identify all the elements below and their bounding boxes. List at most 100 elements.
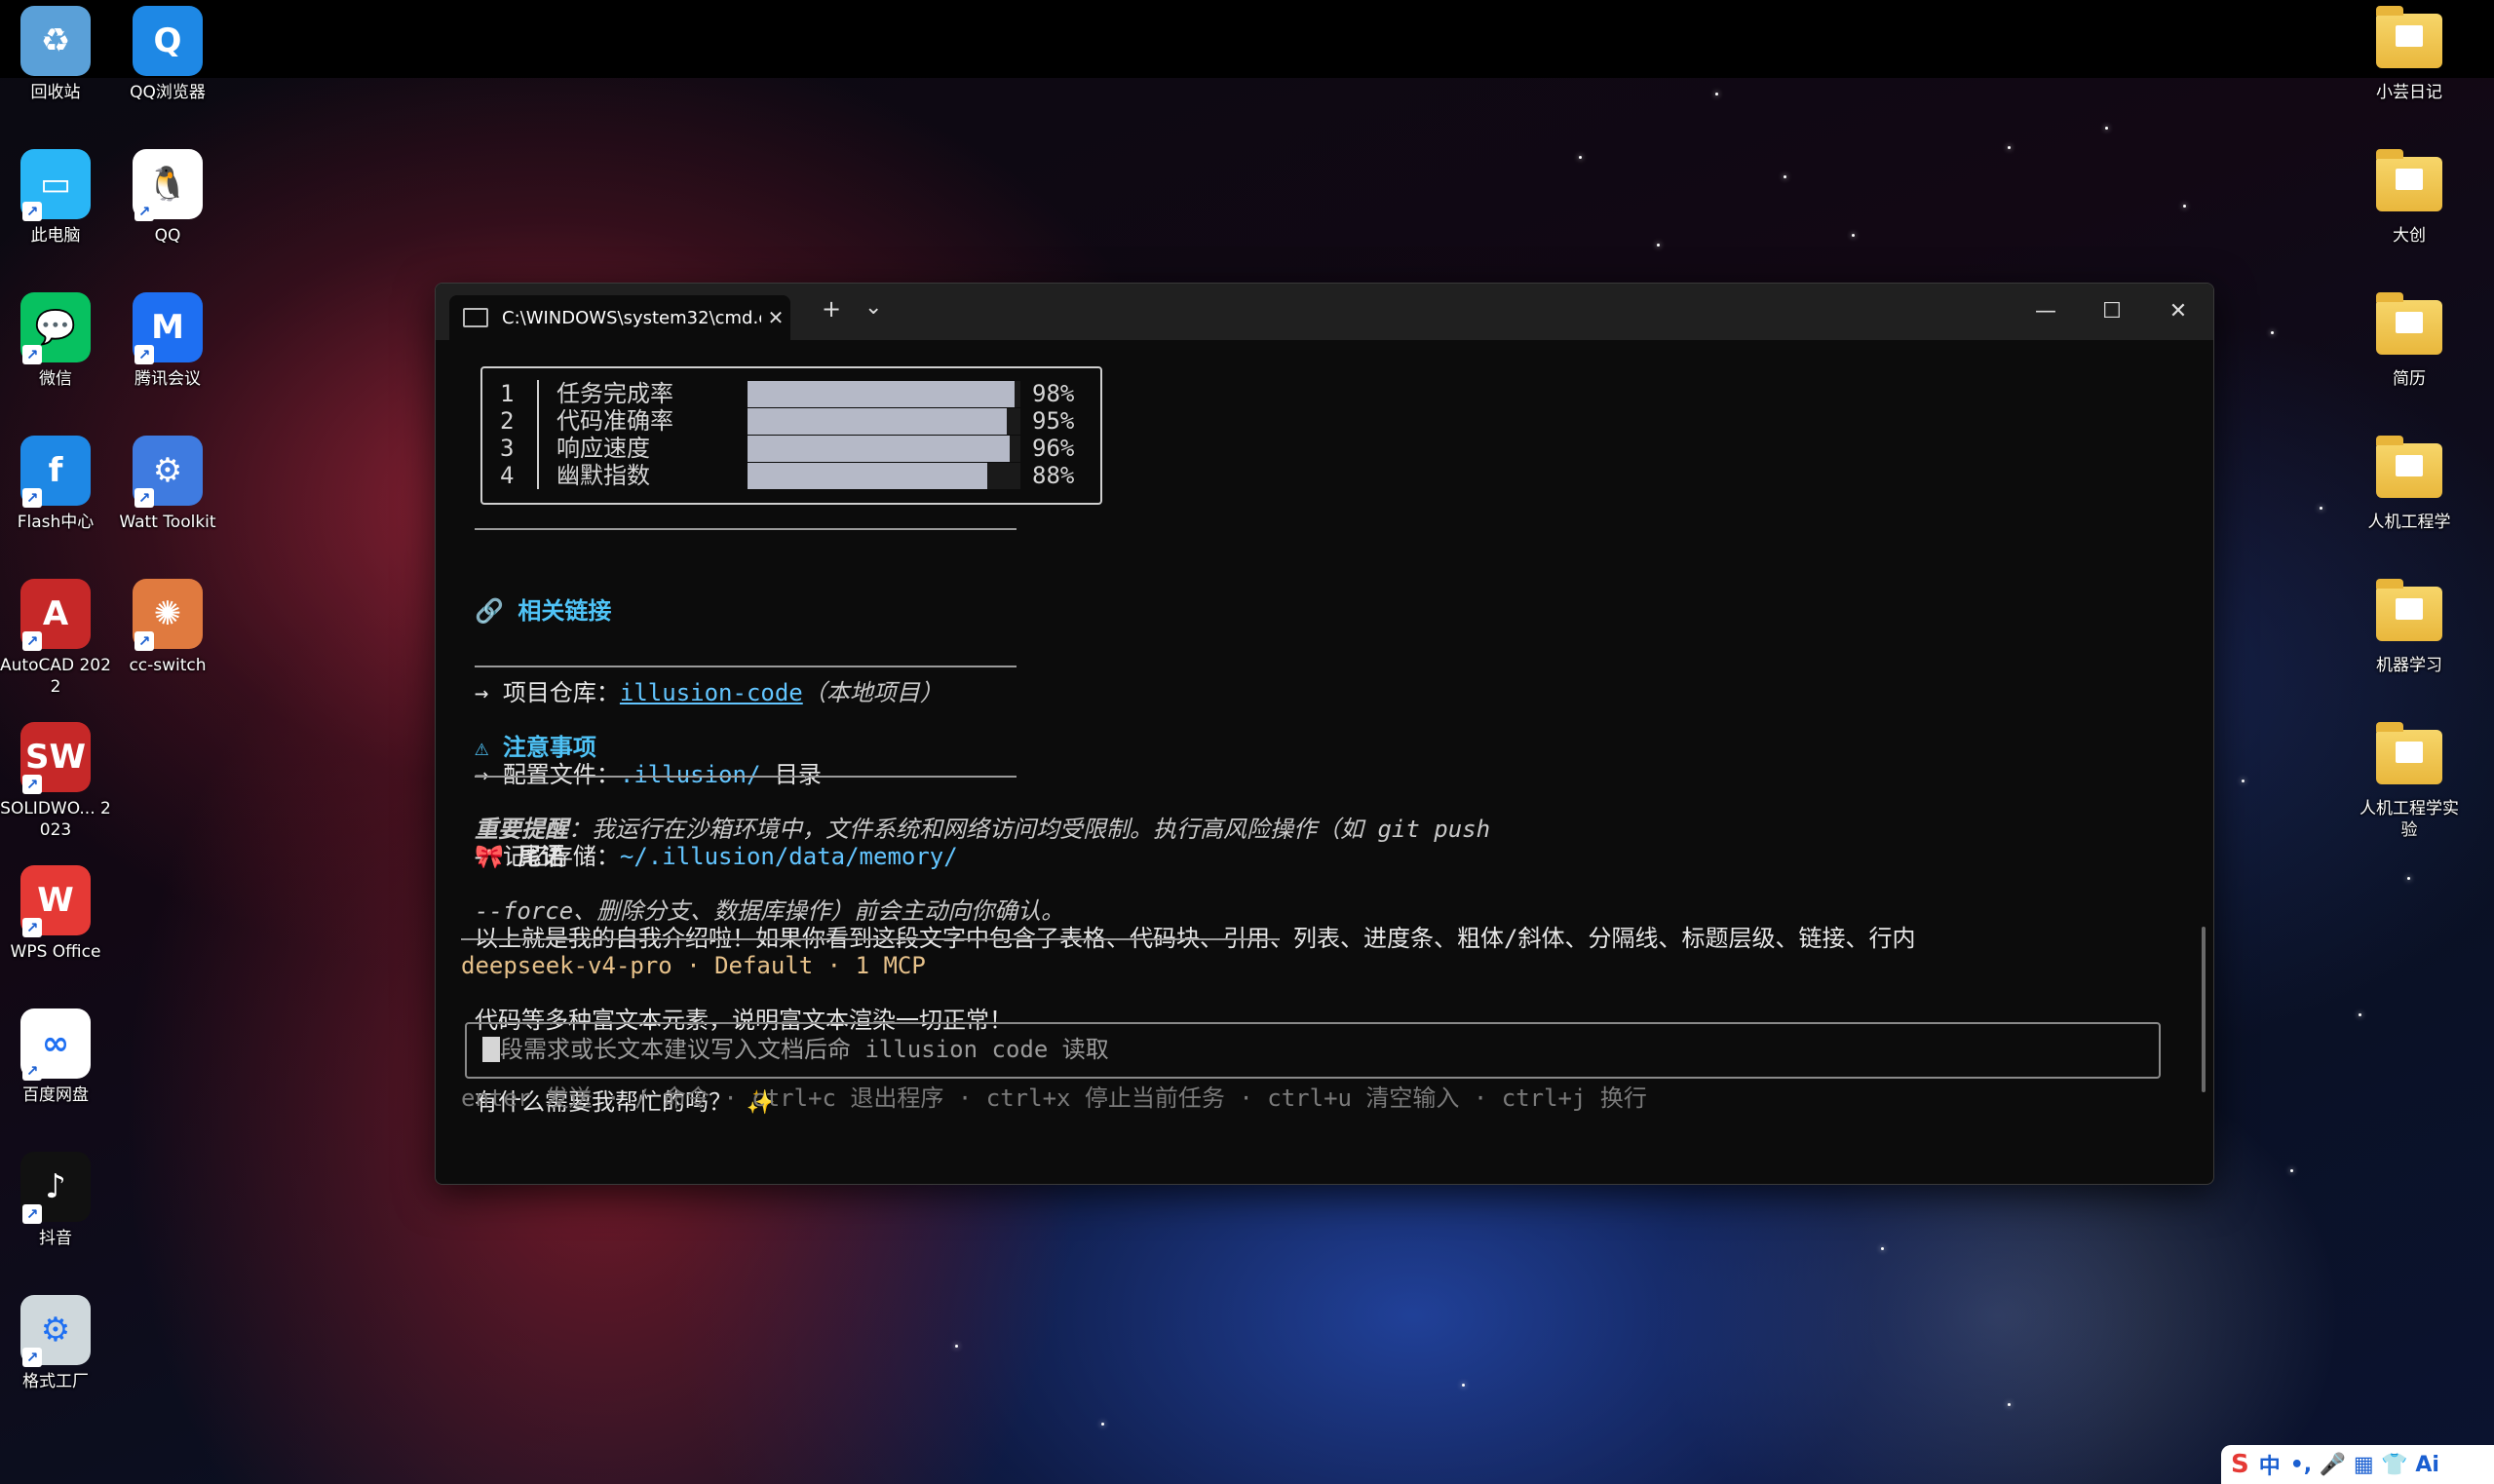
metric-name: 幽默指数	[556, 462, 650, 489]
wallpaper-star	[1715, 93, 1718, 95]
wallpaper-star	[2183, 205, 2186, 208]
desktop-icon-qq-browser[interactable]: Q QQ浏览器	[110, 6, 225, 103]
desktop-folder-dachuang[interactable]: 大创	[2352, 149, 2467, 247]
divider	[461, 938, 1280, 940]
tab-cmd[interactable]: C:\WINDOWS\system32\cmd.exe ✕	[449, 295, 790, 340]
desktop-folder-resume[interactable]: 简历	[2352, 292, 2467, 390]
sogou-ime-icon[interactable]: S	[2231, 1450, 2249, 1479]
progress-track	[748, 436, 1020, 462]
wallpaper-star	[2008, 146, 2011, 149]
ime-mode[interactable]: 中	[2259, 1449, 2281, 1480]
progress-bar	[748, 381, 1016, 407]
column-separator	[537, 380, 539, 407]
tray-items[interactable]: •, 🎤 ▦ 👕 Ai	[2290, 1453, 2439, 1477]
desktop-icon-label: QQ	[154, 226, 181, 246]
desktop-icon-label: 百度网盘	[22, 1085, 89, 1105]
minimize-button[interactable]: —	[2016, 289, 2075, 334]
terminal-window[interactable]: C:\WINDOWS\system32\cmd.exe ✕ + ⌄ — ☐ ✕ …	[435, 283, 2214, 1185]
wallpaper-star	[2105, 127, 2108, 130]
scrollbar[interactable]	[2202, 927, 2206, 1092]
status-line: deepseek-v4-pro · Default · 1 MCP	[461, 952, 926, 979]
folder-icon	[2376, 722, 2442, 784]
desktop-icon-this-pc[interactable]: ▭ ↗ 此电脑	[0, 149, 113, 247]
desktop-folder-label: 大创	[2393, 226, 2426, 246]
desktop-icon-autocad[interactable]: A ↗ AutoCAD 2022	[0, 579, 113, 698]
folder-document-icon	[2396, 598, 2423, 620]
wallpaper-star	[1657, 244, 1660, 247]
flash-center-icon: f ↗	[20, 436, 91, 508]
column-separator	[537, 435, 539, 462]
desktop-icon-cc-switch[interactable]: ✺ ↗ cc-switch	[110, 579, 225, 676]
table-row: 4 幽默指数 88%	[482, 462, 1100, 489]
desktop-icon-baidu-netdisk[interactable]: ∞ ↗ 百度网盘	[0, 1008, 113, 1106]
system-tray[interactable]: S 中 •, 🎤 ▦ 👕 Ai	[2221, 1445, 2494, 1484]
desktop-icon-tencent-meeting[interactable]: M ↗ 腾讯会议	[110, 292, 225, 390]
desktop-top-band	[0, 0, 2494, 78]
desktop-folder-ergonomics-exp[interactable]: 人机工程学实验	[2352, 722, 2467, 841]
links-heading: 🔗 相关链接	[475, 597, 612, 625]
shortcut-arrow-icon: ↗	[22, 631, 42, 651]
desktop-icon-recycle-bin[interactable]: ♻ 回收站	[0, 6, 113, 103]
text-cursor	[482, 1037, 500, 1062]
wallpaper-star	[2320, 507, 2322, 510]
desktop-icon-wechat[interactable]: 💬 ↗ 微信	[0, 292, 113, 390]
shortcut-arrow-icon: ↗	[22, 202, 42, 221]
folder-document-icon	[2396, 169, 2423, 190]
row-number: 2	[500, 407, 515, 435]
progress-bar	[748, 408, 1007, 435]
metric-percent: 96%	[1032, 435, 1075, 462]
shortcut-arrow-icon: ↗	[22, 345, 42, 364]
divider	[475, 666, 1017, 667]
solidworks-icon: SW ↗	[20, 722, 91, 794]
wallpaper-star	[1881, 1247, 1884, 1250]
cc-switch-icon: ✺ ↗	[133, 579, 203, 651]
shortcut-arrow-icon: ↗	[22, 918, 42, 937]
folder-icon	[2376, 579, 2442, 641]
shortcut-arrow-icon: ↗	[22, 1204, 42, 1224]
maximize-button[interactable]: ☐	[2083, 289, 2141, 334]
desktop-folder-ergonomics[interactable]: 人机工程学	[2352, 436, 2467, 533]
progress-track	[748, 463, 1020, 489]
desktop-icon-label: 抖音	[39, 1229, 72, 1248]
wps-office-icon: W ↗	[20, 865, 91, 937]
desktop-icon-flash-center[interactable]: f ↗ Flash中心	[0, 436, 113, 533]
wallpaper-star	[1579, 156, 1582, 159]
close-button[interactable]: ✕	[2149, 289, 2207, 334]
shortcut-arrow-icon: ↗	[134, 631, 154, 651]
desktop-folder-label: 人机工程学	[2367, 513, 2451, 532]
desktop-icon-qq[interactable]: 🐧 ↗ QQ	[110, 149, 225, 247]
prompt-input[interactable]: 段需求或长文本建议写入文档后命 illusion code 读取	[465, 1022, 2161, 1079]
wechat-icon: 💬 ↗	[20, 292, 91, 364]
wallpaper-star	[2242, 780, 2245, 782]
new-tab-button[interactable]: +	[822, 295, 841, 323]
desktop-icon-format-factory[interactable]: ⚙ ↗ 格式工厂	[0, 1295, 113, 1392]
tab-close-icon[interactable]: ✕	[761, 306, 790, 329]
folder-icon	[2376, 149, 2442, 211]
folder-document-icon	[2396, 742, 2423, 763]
tab-dropdown-button[interactable]: ⌄	[864, 295, 882, 320]
table-row: 1 任务完成率 98%	[482, 380, 1100, 407]
desktop-icon-solidworks[interactable]: SW ↗ SOLIDWO... 2023	[0, 722, 113, 841]
desktop-icon-watt-toolkit[interactable]: ⚙ ↗ Watt Toolkit	[110, 436, 225, 533]
terminal-tabbar: C:\WINDOWS\system32\cmd.exe ✕ + ⌄ — ☐ ✕	[436, 284, 2213, 340]
progress-track	[748, 408, 1020, 435]
epilogue-section: 🎀 尾语 以上就是我的自我介绍啦！如果你看到这段文字中包含了表格、代码块、引用、…	[475, 788, 1915, 1170]
desktop-icon-label: cc-switch	[129, 656, 207, 675]
qq-icon: 🐧 ↗	[133, 149, 203, 221]
desktop-folder-machine-learning[interactable]: 机器学习	[2352, 579, 2467, 676]
desktop-icon-label: Watt Toolkit	[119, 513, 216, 532]
desktop-folder-xiaoyun-diary[interactable]: 小芸日记	[2352, 6, 2467, 103]
folder-document-icon	[2396, 25, 2423, 47]
table-row: 2 代码准确率 95%	[482, 407, 1100, 435]
tab-title: C:\WINDOWS\system32\cmd.exe	[502, 307, 761, 328]
qq-browser-icon: Q	[133, 6, 203, 76]
desktop-icon-wps-office[interactable]: W ↗ WPS Office	[0, 865, 113, 963]
metric-percent: 88%	[1032, 462, 1075, 489]
folder-document-icon	[2396, 312, 2423, 333]
recycle-bin-icon: ♻	[20, 6, 91, 76]
metric-percent: 95%	[1032, 407, 1075, 435]
desktop-icon-douyin[interactable]: ♪ ↗ 抖音	[0, 1152, 113, 1249]
folder-document-icon	[2396, 455, 2423, 476]
epilogue-heading: 🎀 尾语	[475, 843, 565, 870]
shortcut-arrow-icon: ↗	[22, 1348, 42, 1367]
